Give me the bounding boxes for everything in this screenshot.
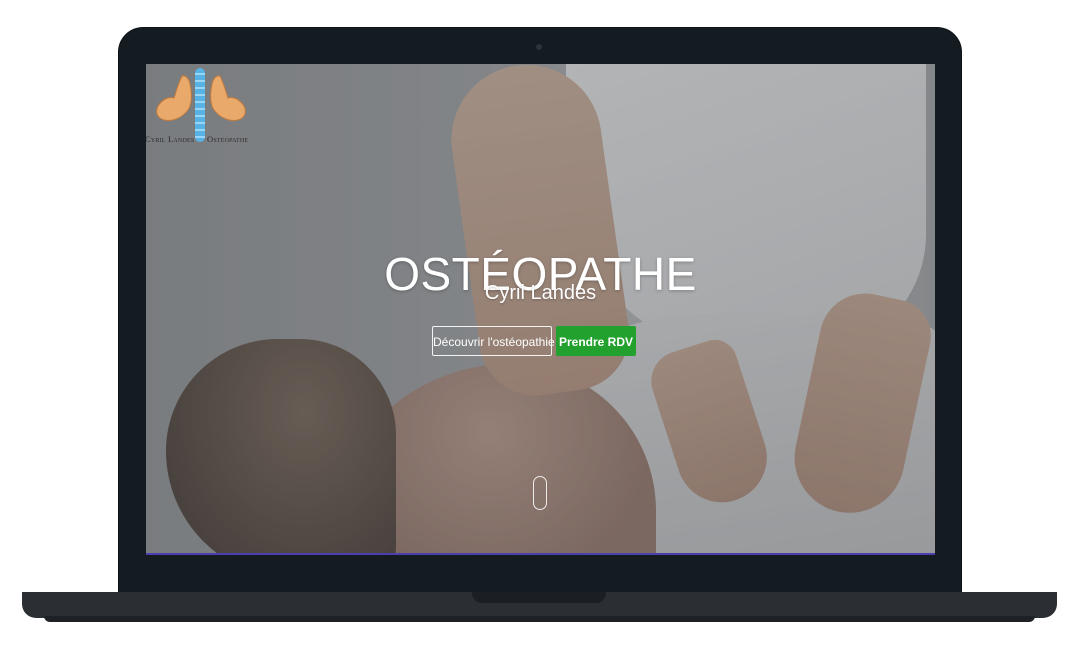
laptop-base-shadow	[44, 616, 1035, 622]
logo-profession-text: Osteopathe	[207, 134, 249, 144]
discover-osteopathy-button[interactable]: Découvrir l'ostéopathie	[432, 326, 555, 356]
logo-name-text: Cyril Landes	[146, 134, 195, 144]
left-hand-icon	[156, 75, 192, 121]
spine-icon	[195, 68, 205, 142]
book-appointment-button[interactable]: Prendre RDV	[556, 326, 636, 356]
hero-subtitle: Cyril Landes	[484, 282, 597, 304]
website-screen: Cyril Landes Osteopathe OSTÉOPATHE Cyril…	[146, 64, 935, 553]
screen-bottom-border	[146, 553, 935, 555]
right-hand-icon	[210, 75, 246, 121]
site-logo[interactable]: Cyril Landes Osteopathe	[146, 68, 258, 148]
mouse-scroll-icon[interactable]	[533, 476, 547, 510]
laptop-notch	[472, 592, 606, 603]
webcam-icon	[536, 44, 542, 50]
hero-buttons: Découvrir l'ostéopathie Prendre RDV	[432, 326, 636, 356]
